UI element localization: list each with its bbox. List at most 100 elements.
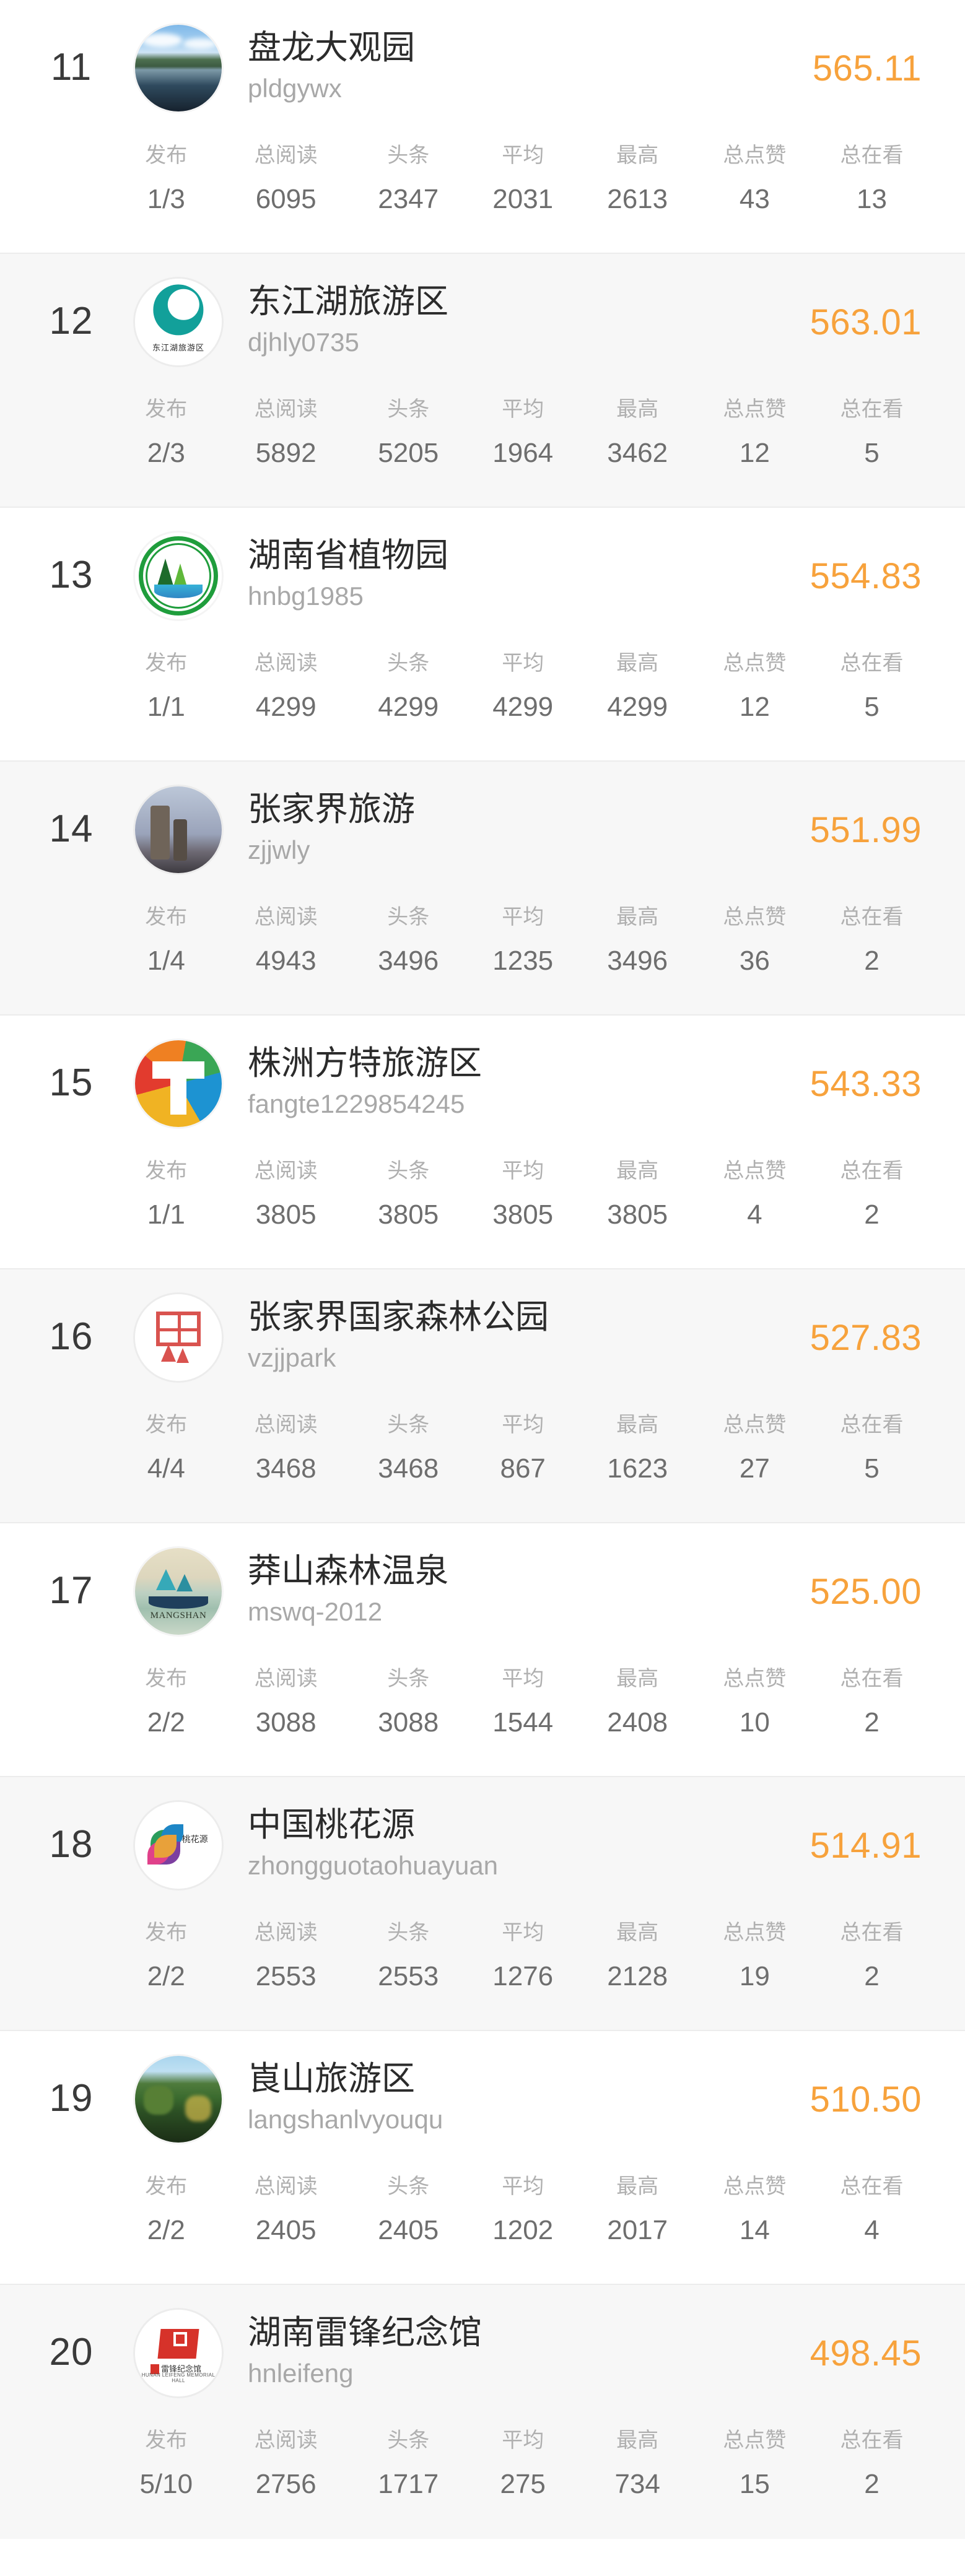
- stat-label: 总阅读: [254, 651, 318, 675]
- rank-number: 15: [49, 1061, 94, 1104]
- ranking-row[interactable]: 20 雷锋纪念馆 HUNAN LEIFENG MEMORIAL HALL 湖南雷锋纪念…: [0, 2285, 965, 2539]
- stat-label: 总在看: [840, 2429, 904, 2452]
- ranking-row[interactable]: 16 张家界国家森林公园 vzjjpark 527.83 发布 4/4 总阅读 3468 头条 3…: [0, 1269, 965, 1523]
- score-value: 527.83: [810, 1318, 922, 1358]
- stat-value: 1964: [492, 438, 554, 468]
- mangshan-hot-spring-logo-avatar[interactable]: MANGSHAN: [135, 1548, 222, 1635]
- dongjianghu-teal-logo-avatar[interactable]: 东江湖旅游区: [135, 279, 222, 365]
- stat-label: 发布: [145, 1413, 188, 1437]
- stat-cell: 最高 734: [580, 2426, 695, 2500]
- account-block[interactable]: 崀山旅游区 langshanlvyouqu: [248, 2060, 742, 2135]
- stats-table: 发布 5/10 总阅读 2756 头条 1717 平均 275 最高 734 总点赞 15 总在看 2: [111, 2426, 929, 2500]
- score-value: 514.91: [810, 1825, 922, 1866]
- stat-value: 4299: [378, 692, 439, 722]
- stat-value: 2031: [492, 184, 554, 214]
- stat-cell: 总在看 2: [814, 903, 929, 977]
- account-name: 湖南省植物园: [248, 537, 448, 574]
- stat-cell: 平均 275: [466, 2426, 580, 2500]
- stat-label: 最高: [616, 905, 659, 929]
- stat-value: 14: [739, 2215, 770, 2245]
- stat-value: 1/1: [147, 1199, 185, 1230]
- account-id: langshanlvyouqu: [248, 2105, 443, 2134]
- account-block[interactable]: 张家界国家森林公园 vzjjpark: [248, 1298, 742, 1373]
- stat-label: 总点赞: [723, 651, 787, 675]
- stat-label: 总点赞: [723, 905, 787, 929]
- langshan-mountain-photo-avatar[interactable]: [135, 2056, 222, 2143]
- stat-value: 3462: [607, 438, 668, 468]
- ranking-row[interactable]: 19 崀山旅游区 langshanlvyouqu 510.50 发布 2/2 总阅读 2405…: [0, 2031, 965, 2285]
- account-block[interactable]: 张家界旅游 zjjwly: [248, 790, 742, 866]
- stat-cell: 总点赞 14: [695, 2172, 814, 2247]
- stat-label: 最高: [616, 2429, 659, 2452]
- rank-number: 17: [49, 1569, 94, 1612]
- stat-value: 1202: [492, 2215, 554, 2245]
- stat-value: 2: [864, 2469, 880, 2499]
- stat-value: 2405: [378, 2215, 439, 2245]
- stat-value: 1623: [607, 1453, 668, 1484]
- account-block[interactable]: 株洲方特旅游区 fangte1229854245: [248, 1044, 742, 1120]
- stat-cell: 最高 1623: [580, 1411, 695, 1485]
- row-header: 11 盘龙大观园 pldgywx 565.11: [0, 0, 965, 136]
- stat-value: 10: [739, 1707, 770, 1738]
- account-block[interactable]: 中国桃花源 zhongguotaohuayuan: [248, 1806, 742, 1881]
- ranking-row[interactable]: 15 株洲方特旅游区 fangte1229854245 543.33 发布 1/1 总阅读 3…: [0, 1016, 965, 1269]
- ranking-row[interactable]: 17 MANGSHAN 莽山森林温泉 mswq-2012 525.00 发布 2/2 总阅读 3…: [0, 1523, 965, 1777]
- ranking-list: 11 盘龙大观园 pldgywx 565.11 发布 1/3 总阅读 6095 头条 2347 平均…: [0, 0, 965, 2539]
- account-block[interactable]: 莽山森林温泉 mswq-2012: [248, 1552, 742, 1627]
- account-block[interactable]: 湖南雷锋纪念馆 hnleifeng: [248, 2313, 742, 2389]
- stat-cell: 发布 1/4: [111, 903, 221, 977]
- stat-cell: 总点赞 10: [695, 1664, 814, 1739]
- stat-label: 最高: [616, 1159, 659, 1183]
- stat-value: 5: [864, 438, 880, 468]
- stat-cell: 总阅读 5892: [221, 395, 351, 469]
- taohuayuan-flower-logo-avatar[interactable]: 桃花源: [135, 1802, 222, 1889]
- account-block[interactable]: 东江湖旅游区 djhly0735: [248, 282, 742, 358]
- score-value: 543.33: [810, 1064, 922, 1104]
- stat-cell: 总点赞 36: [695, 903, 814, 977]
- stat-value: 3805: [378, 1199, 439, 1230]
- stat-value: 15: [739, 2469, 770, 2499]
- stat-value: 3805: [607, 1199, 668, 1230]
- zhangjiajie-park-red-seal-avatar[interactable]: [135, 1294, 222, 1381]
- stat-label: 发布: [145, 1921, 188, 1944]
- stats-table: 发布 1/4 总阅读 4943 头条 3496 平均 1235 最高 3496 总点赞 36 总在看 2: [111, 903, 929, 977]
- stat-cell: 最高 4299: [580, 649, 695, 723]
- zhangjiajie-peaks-photo-avatar[interactable]: [135, 786, 222, 873]
- stat-value: 1717: [378, 2469, 439, 2499]
- account-block[interactable]: 盘龙大观园 pldgywx: [248, 28, 742, 104]
- row-header: 15 株洲方特旅游区 fangte1229854245 543.33: [0, 1016, 965, 1152]
- stat-value: 1544: [492, 1707, 554, 1738]
- stat-value: 275: [500, 2469, 546, 2499]
- stat-cell: 发布 2/2: [111, 1664, 221, 1739]
- panlong-lake-photo-avatar[interactable]: [135, 25, 222, 111]
- stat-cell: 总在看 2: [814, 1918, 929, 1993]
- hunan-botanical-garden-logo-avatar[interactable]: [135, 533, 222, 619]
- account-block[interactable]: 湖南省植物园 hnbg1985: [248, 536, 742, 612]
- stat-cell: 头条 5205: [351, 395, 466, 469]
- stats-table: 发布 2/2 总阅读 2405 头条 2405 平均 1202 最高 2017 总点赞 14 总在看 4: [111, 2172, 929, 2247]
- stat-value: 13: [857, 184, 887, 214]
- ranking-row[interactable]: 12 东江湖旅游区 东江湖旅游区 djhly0735 563.01 发布 2/3 总阅读 589…: [0, 254, 965, 508]
- stat-label: 平均: [502, 398, 544, 421]
- ranking-row[interactable]: 11 盘龙大观园 pldgywx 565.11 发布 1/3 总阅读 6095 头条 2347 平均…: [0, 0, 965, 254]
- stat-value: 2347: [378, 184, 439, 214]
- stat-cell: 总阅读 3088: [221, 1664, 351, 1739]
- ranking-row[interactable]: 13 湖南省植物园 hnbg1985 554.83 发布 1/1 总阅读 4299 头条 4299…: [0, 508, 965, 762]
- rank-number: 18: [49, 1823, 94, 1866]
- stat-cell: 发布 2/3: [111, 395, 221, 469]
- stat-label: 发布: [145, 651, 188, 675]
- account-name: 中国桃花源: [248, 1806, 415, 1843]
- stat-value: 5: [864, 692, 880, 722]
- stat-cell: 平均 1544: [466, 1664, 580, 1739]
- ranking-row[interactable]: 14 张家界旅游 zjjwly 551.99 发布 1/4 总阅读 4943 头条 3496 平均 1…: [0, 762, 965, 1016]
- stat-value: 19: [739, 1961, 770, 1991]
- stat-cell: 总阅读 2553: [221, 1918, 351, 1993]
- fangte-colorful-t-logo-avatar[interactable]: [135, 1040, 222, 1127]
- leifeng-memorial-red-logo-avatar[interactable]: 雷锋纪念馆 HUNAN LEIFENG MEMORIAL HALL: [135, 2310, 222, 2396]
- stat-label: 总在看: [840, 1921, 904, 1944]
- stat-value: 12: [739, 692, 770, 722]
- account-name: 崀山旅游区: [248, 2060, 415, 2097]
- stat-value: 5/10: [139, 2469, 193, 2499]
- stat-cell: 发布 2/2: [111, 2172, 221, 2247]
- ranking-row[interactable]: 18 桃花源 中国桃花源 zhongguotaohuayuan 514.91 发布 2/2 总…: [0, 1777, 965, 2031]
